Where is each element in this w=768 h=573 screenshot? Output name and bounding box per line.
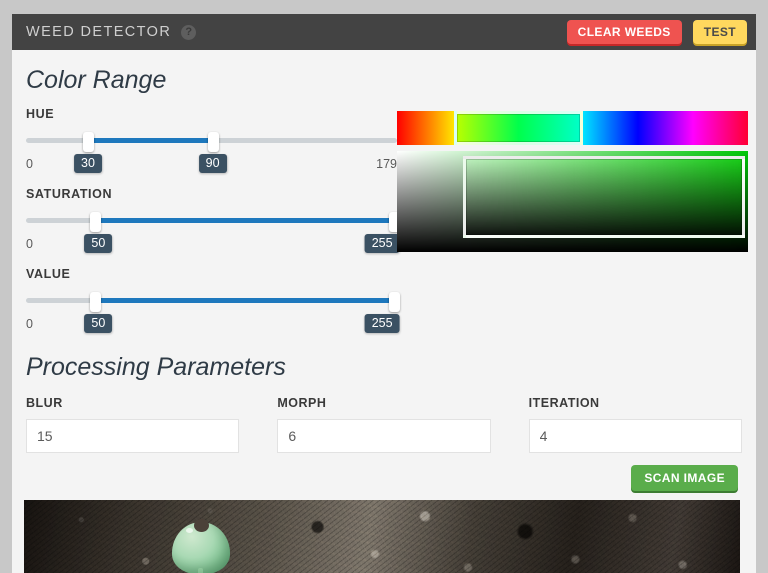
slider-min-hue: 0 (26, 157, 33, 171)
slider-min-value: 0 (26, 317, 33, 331)
slider-handle-value-low[interactable] (90, 292, 101, 312)
slider-label-saturation: SATURATION (26, 187, 397, 201)
slider-track-saturation[interactable] (26, 212, 397, 230)
slider-track-hue[interactable] (26, 132, 397, 150)
test-button[interactable]: TEST (693, 20, 747, 44)
app-titlebar: WEED DETECTOR ? CLEAR WEEDS TEST (12, 14, 756, 50)
slider-bubble-value-low: 50 (84, 314, 112, 333)
slider-group-value: VALUE 0 50 255 (26, 267, 397, 336)
slider-label-value: VALUE (26, 267, 397, 281)
color-preview (397, 107, 756, 347)
slider-min-saturation: 0 (26, 237, 33, 251)
soil-photo-with-seedling[interactable] (24, 500, 740, 573)
slider-scale-value: 0 50 255 (26, 314, 397, 336)
param-label-morph: MORPH (277, 396, 490, 410)
app-content: Color Range HUE 0 30 90 (12, 66, 756, 573)
saturation-value-selection[interactable] (463, 156, 745, 238)
slider-group-saturation: SATURATION 0 50 255 (26, 187, 397, 256)
color-range-title: Color Range (26, 66, 756, 95)
processing-parameters-row: BLUR MORPH ITERATION (26, 396, 742, 453)
morph-input[interactable] (277, 419, 490, 453)
iteration-input[interactable] (529, 419, 742, 453)
app-panel: WEED DETECTOR ? CLEAR WEEDS TEST Color R… (12, 14, 756, 573)
slider-handle-saturation-low[interactable] (90, 212, 101, 232)
param-iteration: ITERATION (529, 396, 742, 453)
param-label-iteration: ITERATION (529, 396, 742, 410)
saturation-value-panel[interactable] (397, 151, 748, 252)
soil-speckle-overlay (24, 500, 740, 573)
color-range-sliders: HUE 0 30 90 179 SA (12, 107, 397, 347)
slider-max-hue: 179 (376, 157, 397, 171)
slider-scale-saturation: 0 50 255 (26, 234, 397, 256)
slider-handle-hue-low[interactable] (83, 132, 94, 152)
seedling (172, 522, 230, 573)
slider-handle-value-high[interactable] (389, 292, 400, 312)
hue-segment-high (583, 111, 748, 145)
scan-image-button[interactable]: SCAN IMAGE (631, 465, 738, 491)
slider-scale-hue: 0 30 90 179 (26, 154, 397, 176)
help-icon[interactable]: ? (181, 25, 196, 40)
param-label-blur: BLUR (26, 396, 239, 410)
scan-row: SCAN IMAGE (12, 465, 738, 491)
slider-label-hue: HUE (26, 107, 397, 121)
slider-bubble-value-high: 255 (365, 314, 400, 333)
hue-spectrum-strip[interactable] (397, 111, 748, 145)
slider-fill-hue (88, 138, 213, 143)
slider-bubble-saturation-low: 50 (84, 234, 112, 253)
seedling-stem (198, 568, 203, 573)
slider-bubble-saturation-high: 255 (365, 234, 400, 253)
slider-handle-hue-high[interactable] (208, 132, 219, 152)
slider-fill-value (95, 298, 394, 303)
param-morph: MORPH (277, 396, 490, 453)
slider-bubble-hue-high: 90 (199, 154, 227, 173)
seedling-leaf (172, 522, 230, 573)
blur-input[interactable] (26, 419, 239, 453)
hue-selected-range[interactable] (454, 111, 583, 145)
app-title: WEED DETECTOR (26, 24, 171, 40)
hue-segment-low (397, 111, 454, 145)
processing-parameters-title: Processing Parameters (26, 353, 756, 382)
clear-weeds-button[interactable]: CLEAR WEEDS (567, 20, 682, 44)
slider-fill-saturation (95, 218, 394, 223)
color-range-body: HUE 0 30 90 179 SA (12, 107, 756, 347)
slider-group-hue: HUE 0 30 90 179 (26, 107, 397, 176)
slider-bubble-hue-low: 30 (74, 154, 102, 173)
slider-track-value[interactable] (26, 292, 397, 310)
param-blur: BLUR (26, 396, 239, 453)
seedling-leaf-notch (194, 519, 209, 532)
